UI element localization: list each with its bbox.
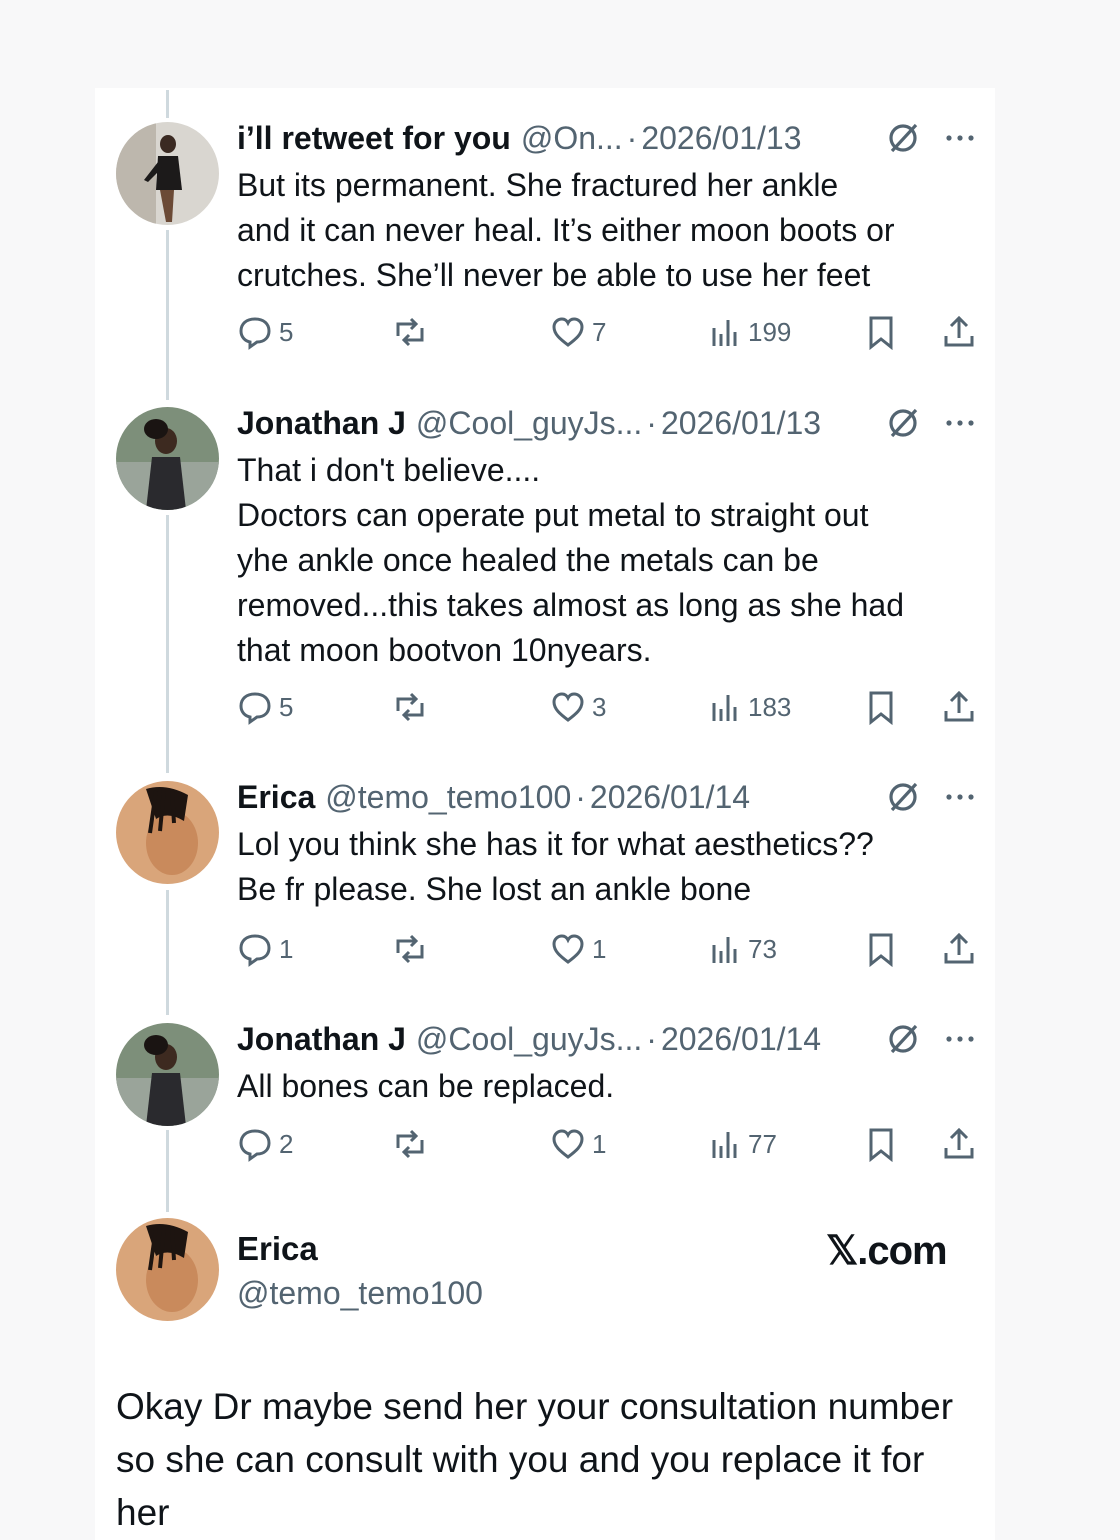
x-logo: 𝕏.com [826, 1229, 948, 1273]
reply-button[interactable]: 2 [237, 1126, 293, 1162]
share-icon[interactable] [941, 314, 977, 350]
retweet-icon [396, 1129, 424, 1159]
retweet-icon [396, 934, 424, 964]
username[interactable]: @temo_temo100 [325, 779, 571, 816]
thread-line [166, 1130, 169, 1212]
more-icon[interactable] [944, 132, 976, 144]
bookmark-icon[interactable] [863, 1126, 899, 1162]
username[interactable]: @temo_temo100 [237, 1275, 483, 1312]
retweet-icon [396, 692, 424, 722]
reply-icon [239, 934, 271, 967]
views-button[interactable]: 73 [706, 931, 777, 967]
grok-icon[interactable] [886, 406, 920, 440]
grok-icon[interactable] [886, 780, 920, 814]
heart-icon [552, 692, 584, 722]
thread-line [166, 890, 169, 1015]
separator: · [575, 778, 586, 815]
reply-button[interactable]: 5 [237, 314, 293, 350]
like-button[interactable]: 1 [550, 1126, 606, 1162]
view-count: 73 [748, 933, 777, 964]
share-icon[interactable] [941, 689, 977, 725]
retweet-button[interactable] [392, 689, 428, 725]
display-name[interactable]: Jonathan J [237, 1021, 406, 1058]
avatar[interactable] [116, 1218, 219, 1321]
avatar[interactable] [116, 122, 219, 225]
tweet-header: Jonathan J @Cool_guyJs... · 2026/01/14 [237, 1019, 821, 1059]
like-count: 3 [592, 691, 607, 722]
grok-icon[interactable] [886, 1022, 920, 1056]
retweet-button[interactable] [392, 1126, 428, 1162]
heart-icon [552, 934, 584, 964]
reply-icon [239, 1129, 271, 1162]
reply-icon [239, 317, 271, 350]
like-count: 1 [592, 933, 607, 964]
bookmark-icon[interactable] [863, 314, 899, 350]
username[interactable]: @On... [521, 120, 623, 157]
like-count: 7 [592, 316, 607, 347]
view-count: 183 [748, 691, 792, 722]
bookmark-icon[interactable] [863, 931, 899, 967]
views-icon [712, 1132, 737, 1158]
tweet-header: Jonathan J @Cool_guyJs... · 2026/01/13 [237, 403, 821, 443]
separator: · [626, 119, 638, 156]
tweet-text: All bones can be replaced. [237, 1068, 615, 1104]
reply-button[interactable]: 1 [237, 931, 293, 967]
views-icon [712, 937, 737, 963]
username[interactable]: @Cool_guyJs... [416, 405, 642, 442]
views-button[interactable]: 183 [706, 689, 791, 725]
like-button[interactable]: 3 [550, 689, 606, 725]
reply-count: 5 [279, 316, 294, 347]
reply-icon [239, 692, 271, 725]
views-icon [712, 695, 737, 721]
reply-button[interactable]: 5 [237, 689, 293, 725]
more-icon[interactable] [944, 791, 976, 803]
reply-count: 1 [279, 933, 294, 964]
grok-icon[interactable] [886, 121, 920, 155]
separator: · [646, 404, 657, 441]
retweet-button[interactable] [392, 314, 428, 350]
more-icon[interactable] [944, 417, 976, 429]
reply-count: 2 [279, 1128, 294, 1159]
like-button[interactable]: 7 [550, 314, 606, 350]
display-name[interactable]: Erica [237, 1230, 318, 1268]
tweet-text: That i don't believe.... Doctors can ope… [237, 452, 905, 668]
view-count: 77 [748, 1128, 777, 1159]
like-button[interactable]: 1 [550, 931, 606, 967]
avatar[interactable] [116, 1023, 219, 1126]
bookmark-icon[interactable] [863, 689, 899, 725]
retweet-icon [396, 317, 424, 347]
heart-icon [552, 1129, 584, 1159]
reply-count: 5 [279, 691, 294, 722]
tweet-header: i’ll retweet for you @On... · 2026/01/13 [237, 118, 801, 158]
tweet-text: Lol you think she has it for what aesthe… [237, 826, 874, 907]
share-icon[interactable] [941, 1126, 977, 1162]
tweet-text: But its permanent. She fractured her ank… [237, 167, 895, 293]
share-icon[interactable] [941, 931, 977, 967]
thread-line [166, 90, 169, 118]
thread-line [166, 230, 169, 400]
heart-icon [552, 317, 584, 347]
avatar[interactable] [116, 781, 219, 884]
more-icon[interactable] [944, 1033, 976, 1045]
display-name[interactable]: Erica [237, 779, 315, 816]
retweet-button[interactable] [392, 931, 428, 967]
view-count: 199 [748, 316, 792, 347]
views-icon [712, 320, 737, 346]
post-text: Okay Dr maybe send her your consultation… [116, 1386, 954, 1533]
timestamp[interactable]: 2026/01/14 [661, 1021, 821, 1058]
like-count: 1 [592, 1128, 607, 1159]
timestamp[interactable]: 2026/01/13 [641, 120, 801, 157]
separator: · [646, 1020, 657, 1057]
views-button[interactable]: 77 [706, 1126, 777, 1162]
timestamp[interactable]: 2026/01/14 [590, 779, 750, 816]
tweet-header: Erica @temo_temo100 · 2026/01/14 [237, 777, 750, 817]
timestamp[interactable]: 2026/01/13 [661, 405, 821, 442]
avatar[interactable] [116, 407, 219, 510]
views-button[interactable]: 199 [706, 314, 791, 350]
display-name[interactable]: Jonathan J [237, 405, 406, 442]
username[interactable]: @Cool_guyJs... [416, 1021, 642, 1058]
display-name[interactable]: i’ll retweet for you [237, 120, 511, 157]
thread-line [166, 515, 169, 773]
